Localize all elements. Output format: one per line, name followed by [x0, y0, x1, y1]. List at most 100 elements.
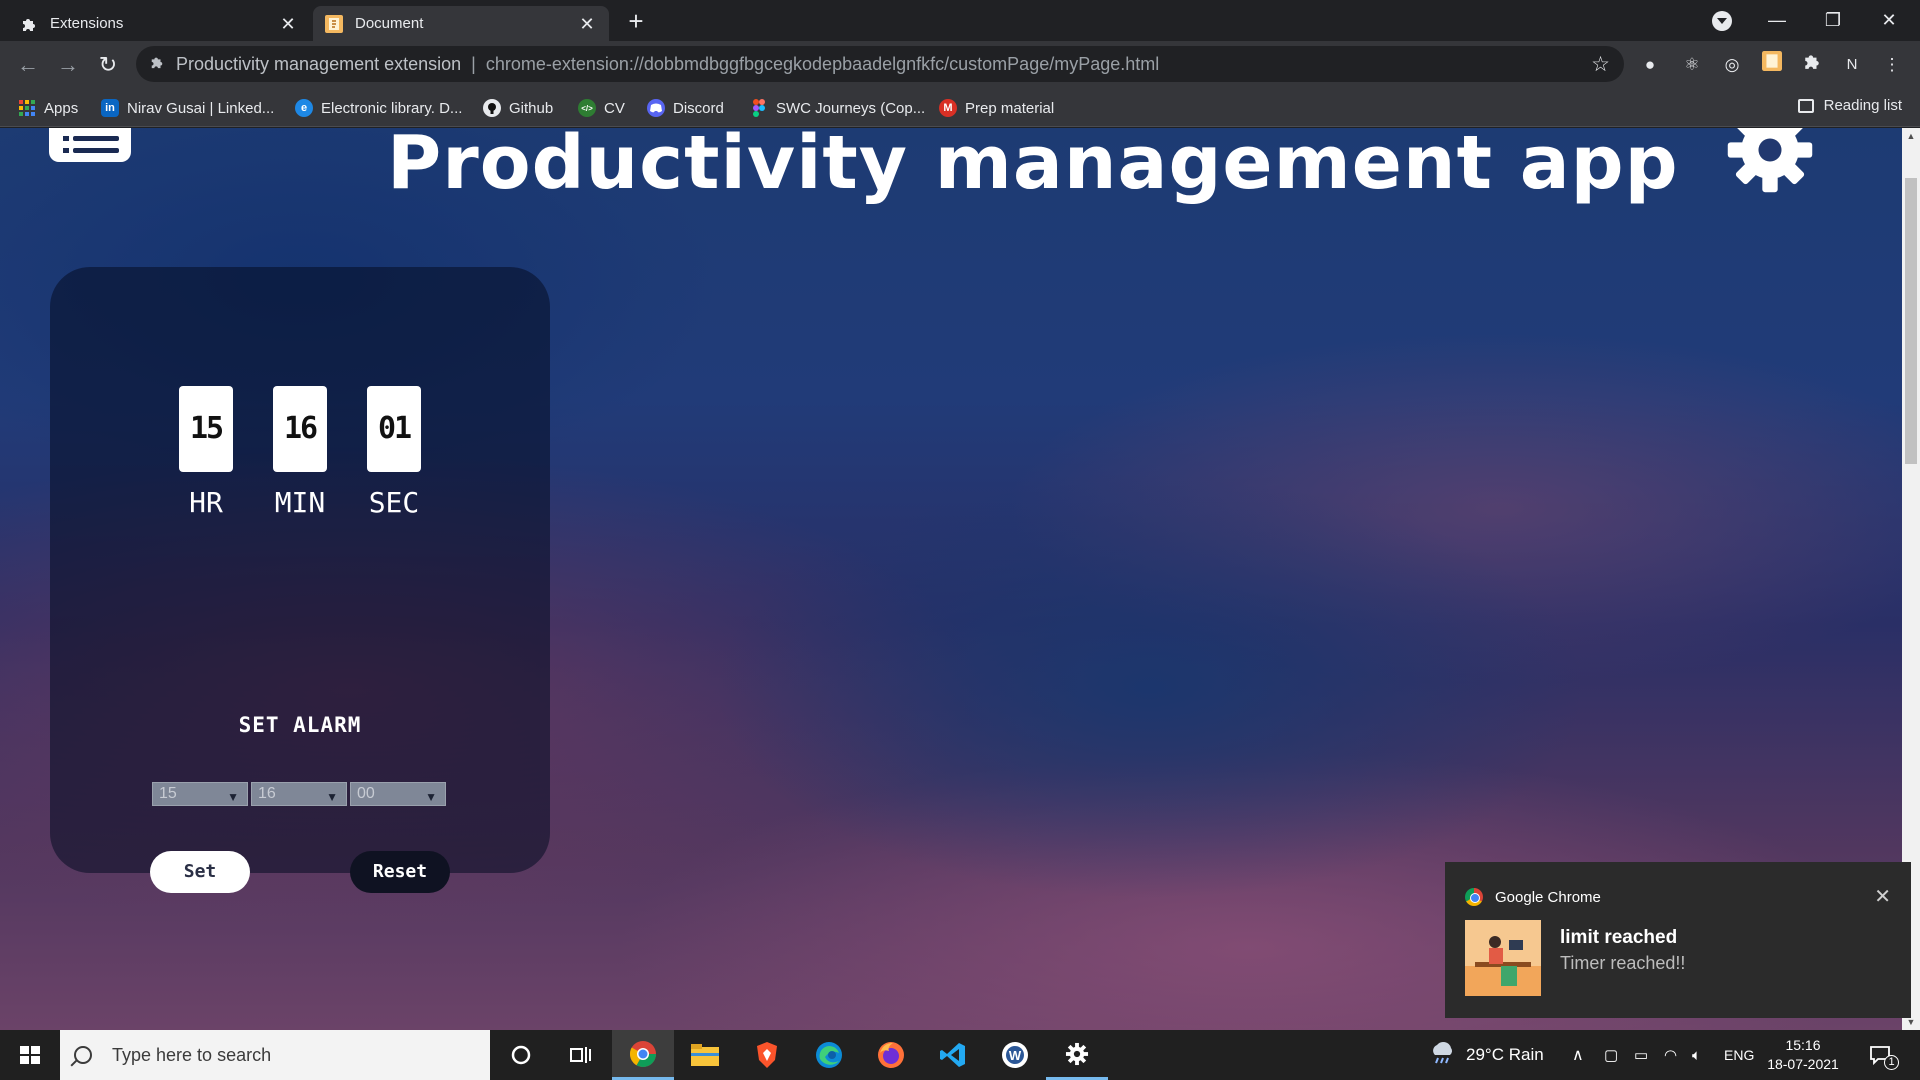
tab-extensions[interactable]: Extensions ✕	[8, 6, 310, 41]
task-view-icon[interactable]	[550, 1030, 612, 1080]
search-icon	[74, 1046, 92, 1064]
set-button[interactable]: Set	[150, 851, 250, 893]
select-value: 16	[258, 785, 276, 802]
bookmark-label: Nirav Gusai | Linked...	[127, 99, 275, 117]
scroll-up-arrow-icon[interactable]: ▲	[1902, 128, 1920, 144]
brave-icon[interactable]	[736, 1030, 798, 1080]
bookmark-electronic-library[interactable]: e Electronic library. D...	[295, 97, 462, 119]
bookmarks-bar: Apps in Nirav Gusai | Linked... e Electr…	[0, 89, 1920, 127]
volume-icon[interactable]: 🔈︎	[1692, 1030, 1701, 1080]
forward-arrow-icon[interactable]: →	[52, 49, 84, 81]
close-tab-icon[interactable]: ✕	[577, 14, 597, 34]
action-center-icon[interactable]: 1	[1868, 1030, 1899, 1080]
browser-toolbar: ← → ↻ Productivity management extension …	[0, 41, 1920, 89]
file-explorer-icon[interactable]	[674, 1030, 736, 1080]
chrome-notification[interactable]: Google Chrome ✕ limit reached Timer reac…	[1445, 862, 1911, 1018]
cortana-icon[interactable]	[490, 1030, 552, 1080]
settings-gear-icon[interactable]	[1046, 1030, 1108, 1080]
gmail-icon: M	[939, 99, 957, 117]
extension-dot-icon[interactable]: ●	[1636, 51, 1664, 79]
target-icon[interactable]: ◎	[1718, 51, 1746, 79]
alarm-second-select[interactable]: 00 ▼	[350, 782, 446, 806]
hours-display: 15 HR	[176, 386, 236, 519]
wordpad-icon[interactable]: W	[984, 1030, 1046, 1080]
chrome-taskbar-icon[interactable]	[612, 1030, 674, 1080]
notification-close-icon[interactable]: ✕	[1874, 884, 1891, 909]
chevron-down-icon: ▼	[227, 790, 239, 804]
reset-button[interactable]: Reset	[350, 851, 450, 893]
minutes-label: MIN	[274, 486, 326, 519]
reading-list-label: Reading list	[1823, 97, 1902, 114]
search-placeholder: Type here to search	[112, 1044, 272, 1065]
bookmark-label: Github	[509, 99, 554, 117]
bookmark-label: Apps	[44, 99, 79, 117]
kebab-menu-icon[interactable]: ⋮	[1878, 51, 1906, 79]
bookmark-apps[interactable]: Apps	[18, 97, 78, 119]
extensions-puzzle-icon[interactable]	[1798, 51, 1826, 79]
puzzle-icon	[150, 55, 164, 74]
extension-logo-icon[interactable]	[1758, 51, 1786, 79]
battery-icon[interactable]: ▭	[1634, 1030, 1648, 1080]
close-window-icon[interactable]: ✕	[1866, 4, 1912, 36]
figma-icon	[750, 99, 768, 117]
edge-icon[interactable]	[798, 1030, 860, 1080]
profile-avatar[interactable]: N	[1838, 51, 1866, 79]
weather-text: 29°C Rain	[1466, 1045, 1544, 1064]
firefox-icon[interactable]	[860, 1030, 922, 1080]
tab-document[interactable]: Document ✕	[313, 6, 609, 41]
bookmark-github[interactable]: Github	[483, 97, 553, 119]
wifi-icon[interactable]: ◠	[1664, 1030, 1677, 1080]
react-icon[interactable]: ⚛	[1678, 51, 1706, 79]
restore-icon[interactable]: ❐	[1810, 4, 1856, 36]
chevron-down-icon: ▼	[326, 790, 338, 804]
tab-search-icon[interactable]	[1712, 11, 1732, 31]
apps-grid-icon	[18, 99, 36, 117]
bookmark-label: Discord	[673, 99, 724, 117]
bookmark-label: SWC Journeys (Cop...	[776, 99, 926, 117]
bookmark-discord[interactable]: Discord	[647, 97, 724, 119]
new-tab-button[interactable]: +	[622, 8, 650, 36]
bookmark-prep-material[interactable]: M Prep material	[939, 97, 1054, 119]
notification-app: Google Chrome	[1465, 888, 1601, 906]
rain-cloud-icon	[1428, 1041, 1456, 1070]
reading-list-icon	[1797, 98, 1814, 113]
list-icon	[63, 136, 69, 141]
alarm-hour-select[interactable]: 15 ▼	[152, 782, 248, 806]
set-alarm-heading: SET ALARM	[238, 713, 362, 737]
vscode-icon[interactable]	[922, 1030, 984, 1080]
weather-widget[interactable]: 29°C Rain	[1428, 1030, 1544, 1080]
gear-icon[interactable]	[1722, 128, 1818, 198]
address-bar[interactable]: Productivity management extension | chro…	[136, 46, 1624, 82]
discord-icon	[647, 99, 665, 117]
select-value: 15	[159, 785, 177, 802]
bookmark-star-icon[interactable]: ☆	[1591, 52, 1610, 77]
bookmark-swc-journeys[interactable]: SWC Journeys (Cop...	[750, 97, 925, 119]
bookmark-label: Prep material	[965, 99, 1055, 117]
system-clock[interactable]: 15:16 18-07-2021	[1755, 1036, 1851, 1074]
seconds-value: 01	[367, 386, 421, 472]
seconds-label: SEC	[368, 486, 420, 519]
select-value: 00	[357, 785, 375, 802]
show-hidden-icons-chevron-icon[interactable]: ∧	[1572, 1030, 1584, 1080]
task-list-button[interactable]	[49, 128, 131, 162]
bookmark-linkedin[interactable]: in Nirav Gusai | Linked...	[101, 97, 274, 119]
code-icon: </>	[578, 99, 596, 117]
library-icon: e	[295, 99, 313, 117]
taskbar-search[interactable]: Type here to search	[60, 1030, 490, 1080]
bookmark-cv[interactable]: </> CV	[578, 97, 625, 119]
reload-icon[interactable]: ↻	[92, 49, 124, 81]
language-indicator[interactable]: ENG	[1724, 1030, 1754, 1080]
meet-now-icon[interactable]: ▢	[1604, 1030, 1618, 1080]
puzzle-icon	[20, 15, 38, 33]
tab-title: Document	[355, 15, 424, 32]
notification-app-name: Google Chrome	[1495, 888, 1601, 906]
reading-list-button[interactable]: Reading list	[1797, 97, 1902, 114]
close-tab-icon[interactable]: ✕	[278, 14, 298, 34]
start-button[interactable]	[0, 1030, 60, 1080]
notification-count-badge: 1	[1884, 1054, 1899, 1070]
alarm-minute-select[interactable]: 16 ▼	[251, 782, 347, 806]
back-arrow-icon[interactable]: ←	[12, 49, 44, 81]
notification-body: Timer reached!!	[1560, 953, 1686, 973]
minimize-icon[interactable]: —	[1754, 4, 1800, 36]
scroll-thumb[interactable]	[1905, 178, 1917, 464]
